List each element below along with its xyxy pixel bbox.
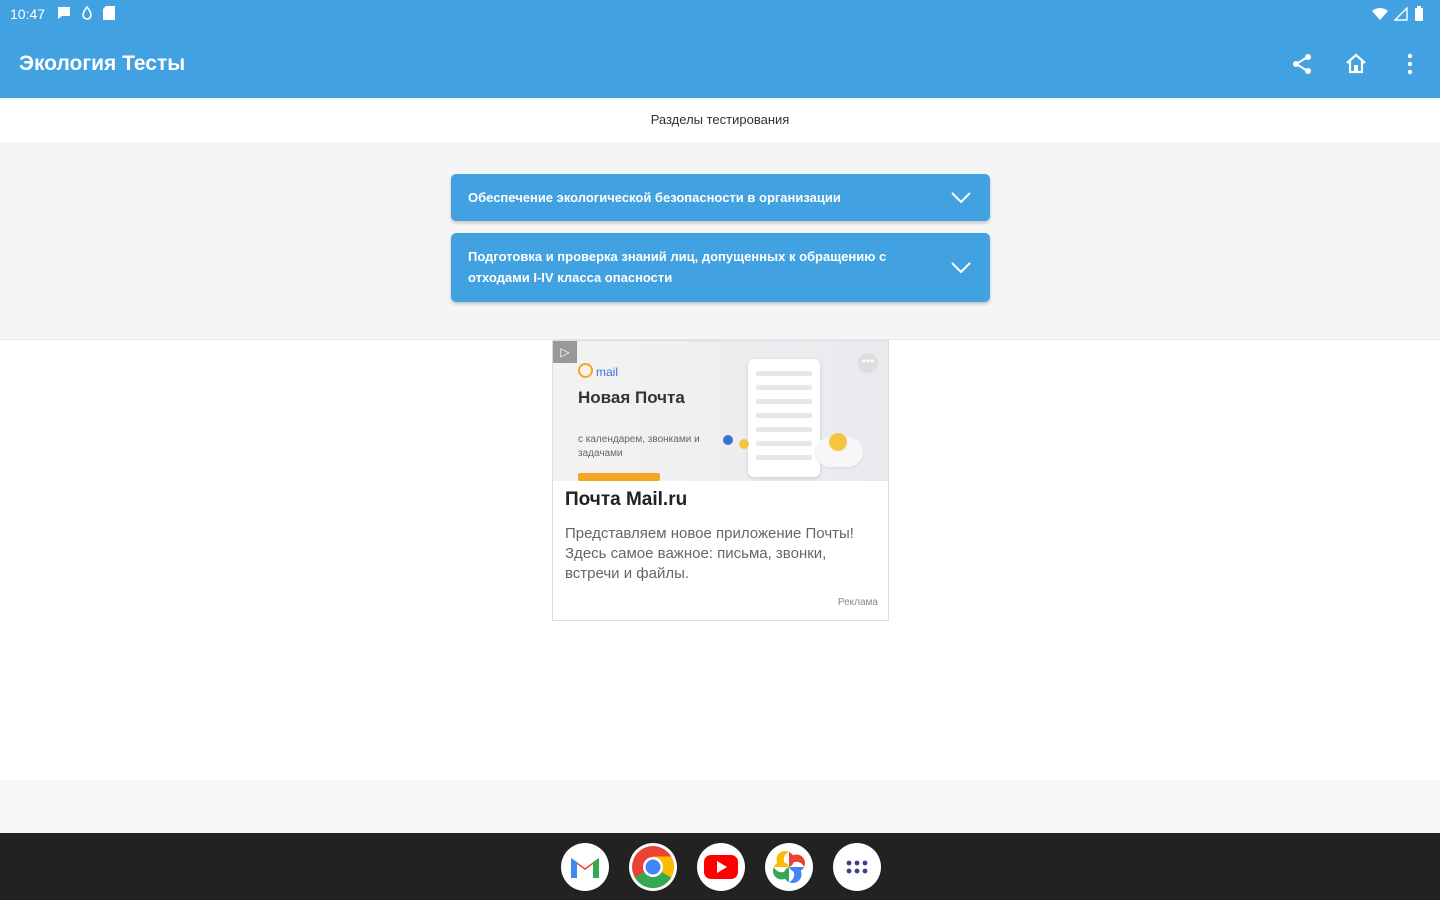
share-icon — [1293, 54, 1311, 74]
chrome-icon — [632, 846, 675, 889]
ad-banner[interactable]: ▷ mail Новая Почта с календарем, звонкам… — [552, 340, 889, 621]
more-vert-icon — [1407, 53, 1413, 75]
status-bar: 10:47 — [0, 0, 1440, 30]
ad-banner-bar — [578, 473, 660, 481]
apps-grid-icon — [846, 860, 868, 874]
ad-description: Представляем новое приложение Почты! Зде… — [565, 525, 854, 582]
app-bar: 10:47 Экология Тесты — [0, 0, 1440, 98]
ad-label: Реклама — [837, 597, 878, 608]
taskbar — [0, 833, 1440, 900]
drop-notification-icon — [82, 6, 92, 20]
overflow-menu-button[interactable] — [1396, 50, 1424, 78]
sun-icon — [829, 433, 847, 451]
ad-brand-logo: mail — [578, 363, 618, 379]
cell-signal-icon — [1394, 7, 1408, 21]
ad-more-icon[interactable]: ••• — [858, 353, 878, 373]
phone-mockup-image — [748, 359, 820, 477]
app-drawer-button[interactable] — [833, 843, 881, 891]
gmail-app-button[interactable] — [561, 843, 609, 891]
chat-notification-icon — [58, 7, 70, 19]
photos-app-button[interactable] — [765, 843, 813, 891]
sections-header: Разделы тестирования — [0, 98, 1440, 142]
youtube-icon — [704, 855, 738, 879]
battery-icon — [1415, 6, 1423, 21]
ad-choices-icon[interactable]: ▷ — [553, 341, 577, 363]
section-label: Подготовка и проверка знаний лиц, допуще… — [468, 249, 887, 285]
home-button[interactable] — [1342, 50, 1370, 78]
section-item-environmental-safety[interactable]: Обеспечение экологической безопасности в… — [451, 174, 990, 221]
sd-card-icon — [103, 6, 115, 20]
ad-banner-subtext: с календарем, звонками и задачами — [578, 434, 700, 459]
ad-headline: Почта Mail.ru — [565, 489, 688, 510]
app-title: Экология Тесты — [19, 52, 186, 75]
chevron-down-icon — [951, 192, 971, 204]
chevron-down-icon — [951, 262, 971, 274]
chrome-app-button[interactable] — [629, 843, 677, 891]
sections-list: Обеспечение экологической безопасности в… — [0, 142, 1440, 340]
bottom-strip — [0, 780, 1440, 833]
app-bar-actions — [1288, 50, 1424, 78]
wifi-icon — [1372, 7, 1388, 21]
gmail-icon — [571, 858, 599, 878]
share-button[interactable] — [1288, 50, 1316, 78]
ad-banner-headline: Новая Почта — [578, 388, 685, 407]
section-item-waste-handling[interactable]: Подготовка и проверка знаний лиц, допуще… — [451, 233, 990, 302]
status-system-icons — [1372, 6, 1424, 22]
status-notification-icons — [56, 5, 116, 21]
section-label: Обеспечение экологической безопасности в… — [468, 190, 841, 205]
photos-icon — [773, 851, 805, 883]
home-icon — [1346, 53, 1366, 74]
ad-image: ▷ mail Новая Почта с календарем, звонкам… — [553, 341, 888, 481]
status-time: 10:47 — [10, 6, 46, 22]
avatar-dot — [723, 435, 733, 445]
youtube-app-button[interactable] — [697, 843, 745, 891]
avatar-dot — [739, 439, 749, 449]
app-dock — [561, 843, 881, 891]
